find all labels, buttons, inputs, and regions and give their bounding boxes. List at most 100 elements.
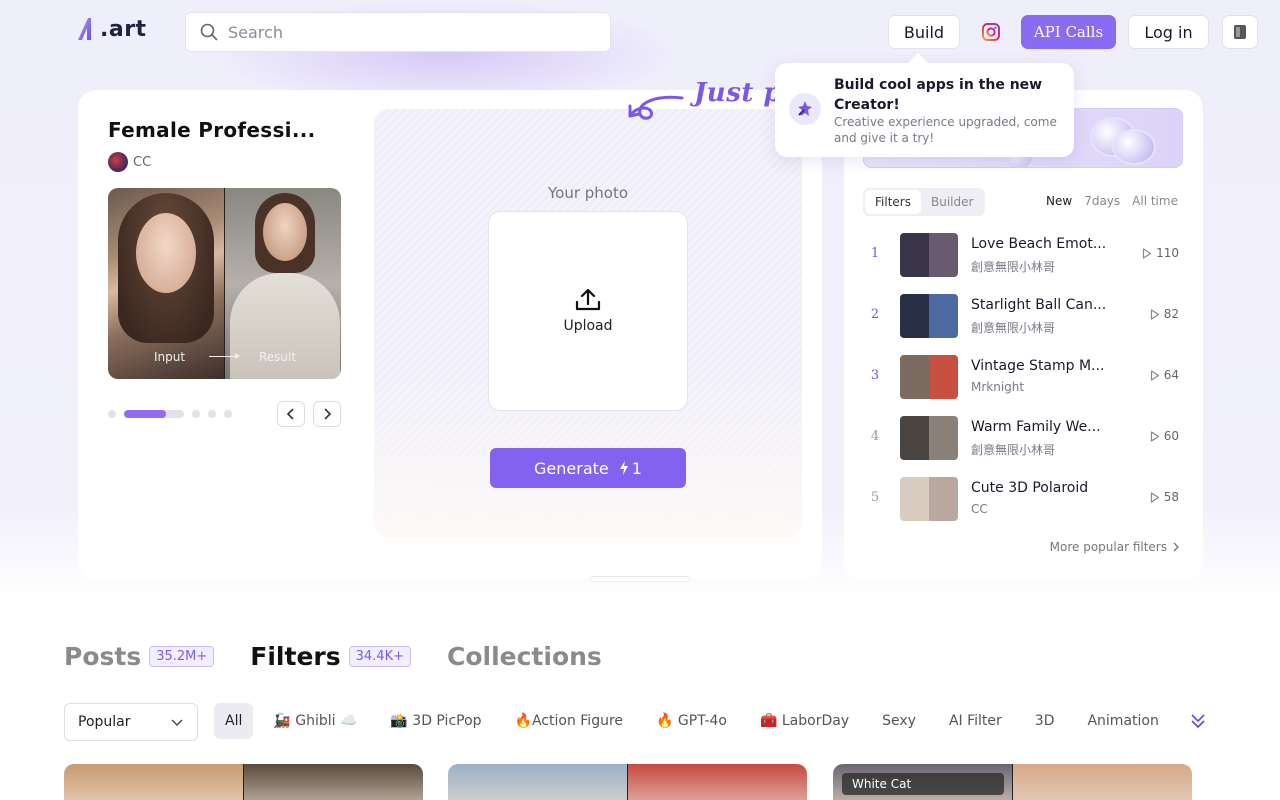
filter-author: 創意無限小林哥 [971, 443, 1056, 457]
category-chip[interactable]: 🧰 LaborDay [760, 713, 849, 729]
upload-button[interactable]: Upload [488, 211, 688, 411]
instagram-icon [982, 23, 1000, 41]
lightning-icon [619, 461, 628, 475]
category-bar: All 🚂 Ghibli ☁️ 📸 3D PicPop 🔥Action Figure 🔥… [214, 702, 1192, 740]
carousel-dot[interactable] [192, 410, 200, 418]
carousel-next-button[interactable] [313, 401, 341, 427]
sort-value: Popular [78, 714, 131, 730]
rank-number: 4 [870, 429, 880, 444]
play-count-value: 110 [1156, 246, 1179, 260]
search-icon [200, 23, 218, 41]
filter-card[interactable]: White Cat [833, 764, 1192, 800]
rank-number: 2 [870, 307, 880, 322]
card-input-image [448, 764, 627, 800]
category-chip[interactable]: 🔥 GPT-4o [656, 713, 727, 729]
upload-label: Upload [563, 318, 613, 334]
scroll-handle[interactable] [590, 576, 690, 582]
build-button[interactable]: Build [888, 15, 960, 49]
filters-count-badge: 34.4K+ [348, 646, 411, 667]
tab-filters-section[interactable]: Filters 34.4K+ [250, 642, 411, 671]
ranking-type-toggle: Filters Builder [863, 188, 986, 216]
creator-tooltip[interactable]: Build cool apps in the new Creator! Crea… [775, 63, 1074, 157]
login-button[interactable]: Log in [1128, 15, 1209, 49]
category-chip[interactable]: 📸 3D PicPop [390, 713, 481, 729]
carousel-dot[interactable] [224, 410, 232, 418]
tab-collections[interactable]: Collections [447, 642, 602, 671]
ranking-item[interactable]: 2 Starlight Ball Can... 創意無限小林哥 82 [863, 294, 1183, 338]
play-icon [1150, 430, 1159, 442]
carousel-dot[interactable] [108, 410, 116, 418]
logo[interactable]: .art [76, 16, 147, 42]
ranking-item[interactable]: 1 Love Beach Emot... 創意無限小林哥 110 [863, 233, 1183, 277]
card-result-image [627, 764, 807, 800]
chevron-right-icon [324, 408, 332, 420]
carousel-dot[interactable] [208, 410, 216, 418]
avatar [108, 152, 128, 172]
api-calls-button[interactable]: API Calls [1021, 15, 1116, 49]
filter-author: CC [971, 502, 988, 516]
result-label: Result [259, 350, 297, 364]
credit-cost: 1 [619, 459, 642, 478]
category-chip[interactable]: All [214, 703, 254, 739]
generate-label: Generate [534, 458, 609, 478]
search-bar[interactable] [185, 12, 611, 52]
swirl-arrow-icon [628, 95, 684, 120]
magic-wand-icon [789, 93, 821, 125]
tab-filters[interactable]: Filters [865, 190, 921, 214]
tab-7days[interactable]: 7days [1084, 194, 1120, 208]
instagram-button[interactable] [972, 15, 1010, 49]
double-chevron-down-icon[interactable] [1190, 713, 1206, 729]
coin-icon [1112, 129, 1156, 165]
tab-new[interactable]: New [1046, 194, 1072, 208]
filter-name: Vintage Stamp M... [971, 358, 1105, 374]
filter-name: Starlight Ball Can... [971, 297, 1107, 313]
ranking-item[interactable]: 4 Warm Family We... 創意無限小林哥 60 [863, 416, 1183, 460]
filter-card[interactable] [448, 764, 807, 800]
time-range-tabs: New 7days All time [1046, 194, 1178, 208]
sidebar-toggle-button[interactable] [1222, 15, 1258, 49]
sort-dropdown[interactable]: Popular [64, 703, 198, 741]
play-count: 58 [1150, 490, 1179, 504]
carousel-prev-button[interactable] [277, 401, 305, 427]
filter-author[interactable]: CC [108, 152, 151, 172]
tab-posts[interactable]: Posts 35.2M+ [64, 642, 215, 671]
tab-posts-label: Posts [64, 642, 142, 671]
filter-card[interactable] [64, 764, 423, 800]
chevron-left-icon [286, 408, 294, 420]
tab-filters-label: Filters [250, 642, 341, 671]
ranking-item[interactable]: 5 Cute 3D Polaroid CC 58 [863, 477, 1183, 521]
category-chip[interactable]: 🔥Action Figure [515, 713, 623, 729]
category-chip[interactable]: Animation [1087, 713, 1158, 729]
filter-thumbnail [900, 416, 958, 460]
filter-title[interactable]: Female Professi... [108, 118, 316, 142]
generate-button[interactable]: Generate 1 [490, 448, 686, 488]
category-chip[interactable]: 🚂 Ghibli ☁️ [273, 713, 357, 729]
api-calls-label: API Calls [1033, 23, 1104, 41]
card-result-image [1012, 764, 1192, 800]
category-chip[interactable]: Sexy [882, 713, 916, 729]
play-count: 64 [1150, 368, 1179, 382]
your-photo-label: Your photo [547, 184, 629, 202]
rank-number: 1 [870, 246, 880, 261]
play-icon [1142, 247, 1152, 259]
play-icon [1150, 308, 1159, 320]
play-count: 60 [1150, 429, 1179, 443]
tooltip-title: Build cool apps in the new Creator! [834, 77, 1043, 113]
category-chip[interactable]: 3D [1035, 713, 1055, 729]
more-popular-filters-link[interactable]: More popular filters [1050, 540, 1181, 554]
input-label: Input [154, 350, 186, 364]
login-label: Log in [1144, 22, 1193, 42]
logo-icon [76, 16, 98, 42]
chevron-down-icon [171, 719, 183, 726]
tab-all-time[interactable]: All time [1132, 194, 1178, 208]
play-count: 110 [1142, 246, 1179, 260]
filter-author: 創意無限小林哥 [971, 260, 1056, 274]
tab-builder[interactable]: Builder [921, 190, 983, 214]
category-chip[interactable]: AI Filter [949, 713, 1002, 729]
carousel-dot-active[interactable] [124, 410, 184, 418]
filter-thumbnail [900, 355, 958, 399]
play-icon [1150, 491, 1159, 503]
search-input[interactable] [228, 22, 588, 42]
more-popular-filters-label: More popular filters [1049, 540, 1167, 554]
ranking-item[interactable]: 3 Vintage Stamp M... Mrknight 64 [863, 355, 1183, 399]
